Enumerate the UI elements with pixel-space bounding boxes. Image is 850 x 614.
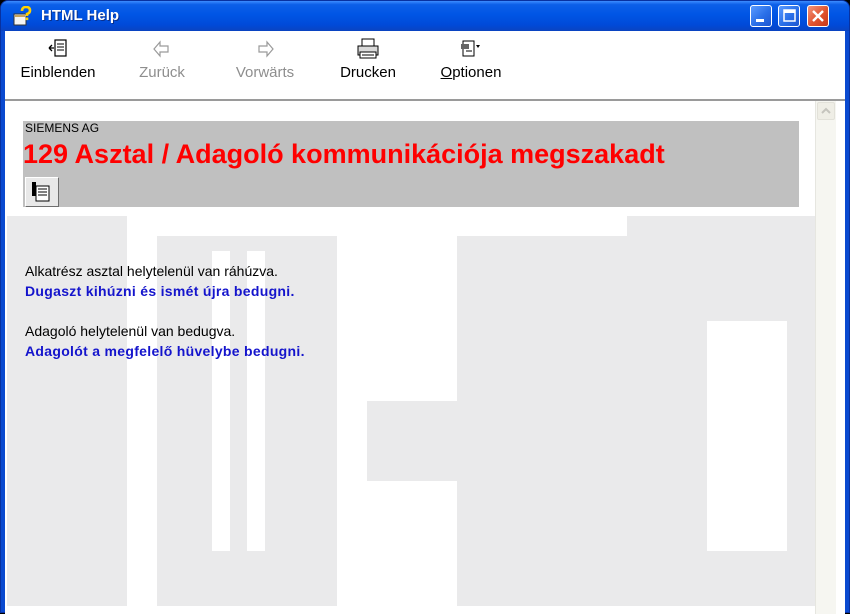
close-button[interactable] [807,5,829,27]
minimize-button[interactable] [750,5,772,27]
topic-header: SIEMENS AG 129 Asztal / Adagoló kommunik… [23,121,799,207]
html-help-window: HTML Help Einblenden Zurück Vorwärts Dru… [0,0,850,614]
title-bar[interactable]: HTML Help [1,1,849,31]
company-name: SIEMENS AG [25,121,100,135]
back-label: Zurück [139,64,185,81]
options-label: Optionen [431,64,511,81]
back-button[interactable]: Zurück [125,31,199,95]
window-title: HTML Help [41,7,120,24]
options-accesskey: O [440,64,453,81]
topic-pane[interactable]: SIEMENS AG 129 Asztal / Adagoló kommunik… [7,101,815,614]
related-topics-button[interactable] [25,177,59,207]
cause-text: Adagoló helytelenül van bedugva. [25,323,236,339]
action-text: Adagolót a megfelelő hüvelybe bedugni. [25,343,305,359]
help-viewer: Einblenden Zurück Vorwärts Drucken Optio… [5,31,845,614]
related-topics-icon [26,182,58,210]
print-button[interactable]: Drucken [331,31,405,95]
show-button[interactable]: Einblenden [11,31,105,95]
cause-text: Alkatrész asztal helytelenül van ráhúzva… [25,263,278,279]
forward-label: Vorwärts [235,64,295,81]
options-button[interactable]: Optionen [431,31,511,95]
forward-button[interactable]: Vorwärts [224,31,306,95]
show-label: Einblenden [20,64,96,81]
help-book-icon[interactable] [13,5,33,26]
options-label-rest: ptionen [452,64,502,81]
toolbar: Einblenden Zurück Vorwärts Drucken Optio… [5,31,845,101]
chevron-up-icon [821,107,831,114]
error-title: 129 Asztal / Adagoló kommunikációja megs… [23,139,665,169]
action-text: Dugaszt kihúzni és ismét újra bedugni. [25,283,295,299]
print-label: Drucken [340,64,396,81]
vertical-scrollbar[interactable] [815,101,836,614]
scroll-up-button[interactable] [817,102,835,120]
maximize-button[interactable] [778,5,800,27]
